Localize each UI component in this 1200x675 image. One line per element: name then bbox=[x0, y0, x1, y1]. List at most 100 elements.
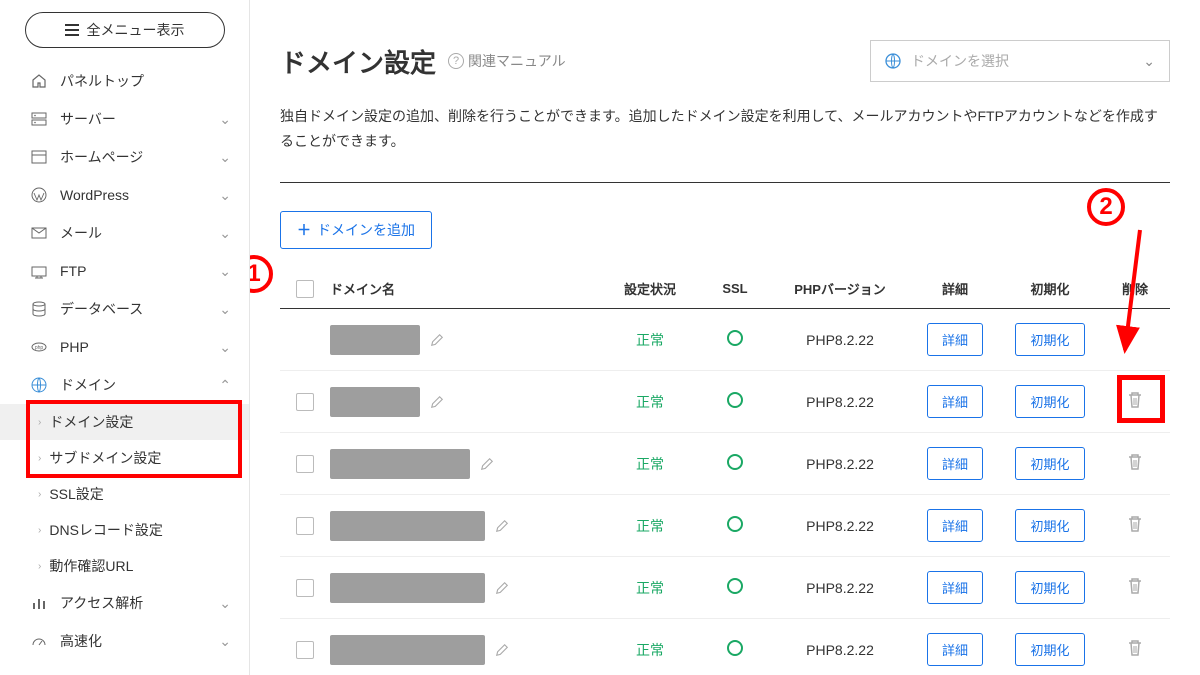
mail-icon bbox=[30, 225, 48, 241]
initialize-button[interactable]: 初期化 bbox=[1015, 323, 1084, 356]
home-icon bbox=[30, 73, 48, 89]
add-domain-button[interactable]: ＋ ドメインを追加 bbox=[280, 211, 432, 249]
detail-button[interactable]: 詳細 bbox=[927, 447, 983, 480]
add-domain-label: ドメインを追加 bbox=[317, 220, 415, 240]
edit-icon[interactable] bbox=[495, 519, 509, 533]
delete-icon[interactable] bbox=[1127, 515, 1143, 533]
domain-select-dropdown[interactable]: ドメインを選択 ⌄ bbox=[870, 40, 1170, 82]
row-checkbox[interactable] bbox=[296, 517, 314, 535]
sidebar-item-analytics[interactable]: アクセス解析 ⌄ bbox=[0, 584, 249, 622]
table-row: 正常 PHP8.2.22 詳細初期化 bbox=[280, 495, 1170, 557]
edit-icon[interactable] bbox=[480, 457, 494, 471]
row-checkbox[interactable] bbox=[296, 455, 314, 473]
header-init: 初期化 bbox=[1000, 279, 1100, 298]
domain-submenu: ›ドメイン設定 ›サブドメイン設定 ›SSL設定 ›DNSレコード設定 ›動作確… bbox=[0, 404, 249, 584]
sidebar-item-ftp[interactable]: FTP ⌄ bbox=[0, 252, 249, 290]
initialize-button[interactable]: 初期化 bbox=[1015, 385, 1084, 418]
help-icon: ? bbox=[448, 53, 464, 69]
sidebar-item-domain[interactable]: ドメイン ⌃ bbox=[0, 366, 249, 404]
sidebar-sub-subdomain[interactable]: › サブドメイン設定 bbox=[0, 440, 249, 476]
detail-button[interactable]: 詳細 bbox=[927, 385, 983, 418]
edit-icon[interactable] bbox=[495, 581, 509, 595]
sidebar-sub-domain-settings[interactable]: ›ドメイン設定 bbox=[0, 404, 249, 440]
chevron-down-icon: ⌄ bbox=[219, 339, 231, 356]
sidebar-item-php[interactable]: php PHP ⌄ bbox=[0, 328, 249, 366]
table-row: 正常PHP8.2.22詳細初期化 bbox=[280, 371, 1170, 433]
status-cell: 正常 bbox=[600, 454, 700, 474]
chevron-down-icon: ⌄ bbox=[219, 595, 231, 612]
sidebar-item-homepage[interactable]: ホームページ ⌄ bbox=[0, 138, 249, 176]
speed-icon bbox=[30, 633, 48, 649]
table-row: 正常PHP8.2.22詳細初期化 bbox=[280, 619, 1170, 675]
ftp-icon bbox=[30, 263, 48, 279]
select-all-checkbox[interactable] bbox=[296, 280, 314, 298]
php-icon: php bbox=[30, 339, 48, 355]
sidebar-item-mail[interactable]: メール ⌄ bbox=[0, 214, 249, 252]
main-content: ドメイン設定 ? 関連マニュアル ドメインを選択 ⌄ 独自ドメイン設定の追加、削… bbox=[250, 0, 1200, 675]
chevron-down-icon: ⌄ bbox=[1143, 53, 1155, 70]
initialize-button[interactable]: 初期化 bbox=[1015, 571, 1084, 604]
detail-button[interactable]: 詳細 bbox=[927, 509, 983, 542]
chevron-down-icon: ⌄ bbox=[219, 263, 231, 280]
detail-button[interactable]: 詳細 bbox=[927, 323, 983, 356]
sidebar-item-server[interactable]: サーバー ⌄ bbox=[0, 100, 249, 138]
sidebar-sub-dns[interactable]: ›DNSレコード設定 bbox=[0, 512, 249, 548]
delete-icon[interactable] bbox=[1127, 453, 1143, 471]
annotation-number-1: 1 bbox=[250, 255, 273, 293]
domain-name-redacted bbox=[330, 387, 420, 417]
sidebar-sub-label: SSL設定 bbox=[49, 484, 103, 504]
all-menu-button[interactable]: 全メニュー表示 bbox=[25, 12, 225, 48]
server-icon bbox=[30, 111, 48, 127]
caret-icon: › bbox=[38, 453, 41, 464]
plus-icon: ＋ bbox=[297, 220, 311, 240]
globe-icon bbox=[30, 377, 48, 393]
initialize-button[interactable]: 初期化 bbox=[1015, 509, 1084, 542]
sidebar-item-database[interactable]: データベース ⌄ bbox=[0, 290, 249, 328]
status-cell: 正常 bbox=[600, 578, 700, 598]
sidebar-item-label: ホームページ bbox=[60, 147, 143, 167]
divider bbox=[280, 182, 1170, 183]
table-header: ドメイン名 設定状況 SSL PHPバージョン 詳細 初期化 削除 bbox=[280, 269, 1170, 309]
chevron-up-icon: ⌃ bbox=[219, 377, 231, 394]
window-icon bbox=[30, 149, 48, 165]
status-cell: 正常 bbox=[600, 516, 700, 536]
row-checkbox[interactable] bbox=[296, 579, 314, 597]
chevron-down-icon: ⌄ bbox=[219, 633, 231, 650]
delete-icon[interactable] bbox=[1127, 391, 1143, 409]
ssl-ok-icon bbox=[727, 392, 743, 408]
ssl-ok-icon bbox=[727, 516, 743, 532]
php-version-cell: PHP8.2.22 bbox=[770, 518, 910, 534]
delete-icon[interactable] bbox=[1127, 577, 1143, 595]
php-version-cell: PHP8.2.22 bbox=[770, 456, 910, 472]
chart-icon bbox=[30, 595, 48, 611]
initialize-button[interactable]: 初期化 bbox=[1015, 447, 1084, 480]
edit-icon[interactable] bbox=[430, 333, 444, 347]
sidebar-sub-label: サブドメイン設定 bbox=[49, 448, 161, 468]
edit-icon[interactable] bbox=[495, 643, 509, 657]
sidebar-item-label: PHP bbox=[60, 339, 89, 355]
database-icon bbox=[30, 301, 48, 317]
sidebar-sub-ssl[interactable]: ›SSL設定 bbox=[0, 476, 249, 512]
caret-icon: › bbox=[38, 525, 41, 536]
sidebar-item-panel-top[interactable]: パネルトップ bbox=[0, 62, 249, 100]
initialize-button[interactable]: 初期化 bbox=[1015, 633, 1084, 666]
sidebar-item-wordpress[interactable]: WordPress ⌄ bbox=[0, 176, 249, 214]
domain-name-redacted bbox=[330, 635, 485, 665]
sidebar-item-label: FTP bbox=[60, 263, 86, 279]
sidebar-sub-check-url[interactable]: ›動作確認URL bbox=[0, 548, 249, 584]
annotation-arrow-2 bbox=[1100, 225, 1150, 365]
row-checkbox[interactable] bbox=[296, 641, 314, 659]
chevron-down-icon: ⌄ bbox=[219, 149, 231, 166]
detail-button[interactable]: 詳細 bbox=[927, 571, 983, 604]
hamburger-icon bbox=[65, 24, 79, 36]
chevron-down-icon: ⌄ bbox=[219, 301, 231, 318]
svg-text:php: php bbox=[35, 345, 44, 351]
related-manual-link[interactable]: ? 関連マニュアル bbox=[448, 51, 566, 71]
detail-button[interactable]: 詳細 bbox=[927, 633, 983, 666]
edit-icon[interactable] bbox=[430, 395, 444, 409]
row-checkbox[interactable] bbox=[296, 393, 314, 411]
delete-icon[interactable] bbox=[1127, 639, 1143, 657]
sidebar-sub-label: ドメイン設定 bbox=[49, 412, 133, 432]
chevron-down-icon: ⌄ bbox=[219, 187, 231, 204]
sidebar-item-speed[interactable]: 高速化 ⌄ bbox=[0, 622, 249, 660]
